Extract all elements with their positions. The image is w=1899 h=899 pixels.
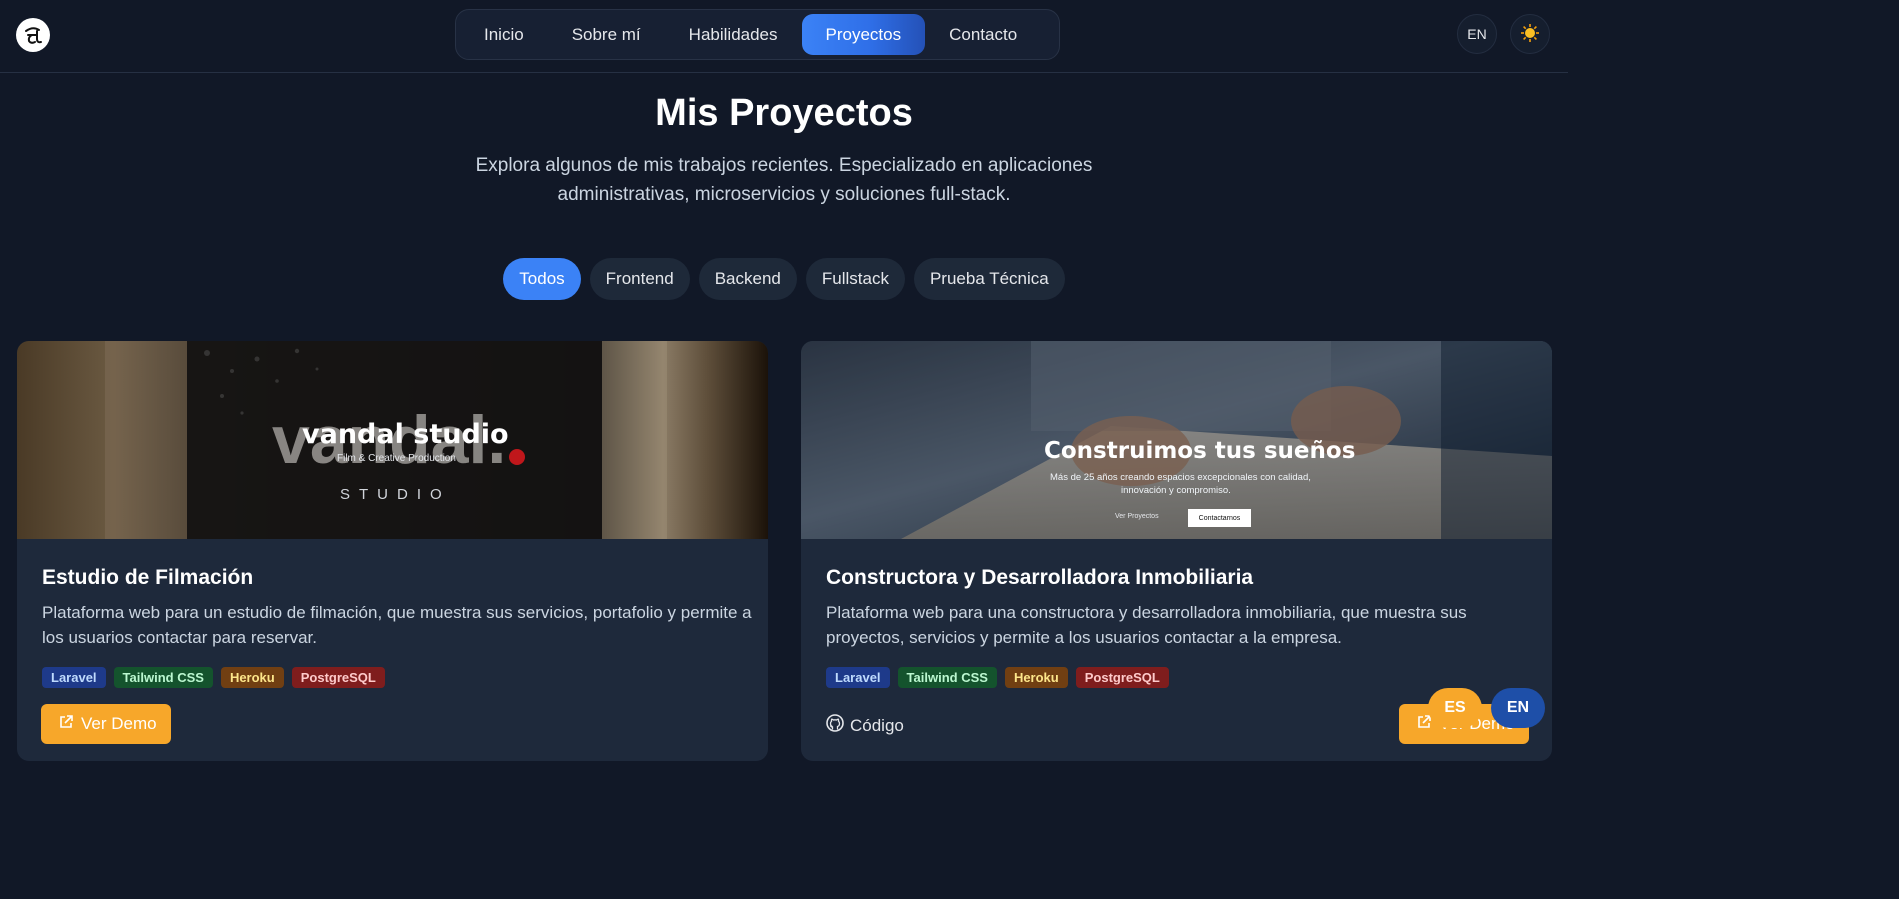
image-cta-contactarnos: Contactarnos bbox=[1188, 509, 1251, 527]
project-filters: Todos Frontend Backend Fullstack Prueba … bbox=[0, 258, 1568, 300]
image-subline: Más de 25 años creando espacios excepcio… bbox=[1050, 472, 1311, 483]
tag-tailwind: Tailwind CSS bbox=[113, 667, 213, 688]
logo-icon[interactable] bbox=[16, 18, 50, 52]
nav-sobre-mi[interactable]: Sobre mí bbox=[548, 14, 665, 55]
image-headline: Construimos tus sueños bbox=[1044, 438, 1356, 464]
code-link[interactable]: Código bbox=[826, 714, 904, 737]
site-header: Inicio Sobre mí Habilidades Proyectos Co… bbox=[0, 0, 1568, 73]
image-cta-proyectos: Ver Proyectos bbox=[1115, 513, 1159, 520]
filter-prueba-tecnica[interactable]: Prueba Técnica bbox=[913, 258, 1065, 300]
project-title: Constructora y Desarrolladora Inmobiliar… bbox=[826, 566, 1254, 589]
tech-tags: Laravel Tailwind CSS Heroku PostgreSQL bbox=[42, 667, 385, 688]
project-description: Plataforma web para un estudio de filmac… bbox=[42, 603, 752, 647]
page-title: Mis Proyectos bbox=[655, 92, 913, 134]
image-tagline: STUDIO bbox=[340, 486, 451, 503]
page-subtitle: Explora algunos de mis trabajos reciente… bbox=[475, 155, 1093, 205]
nav-inicio[interactable]: Inicio bbox=[460, 14, 548, 55]
project-title: Estudio de Filmación bbox=[42, 566, 254, 589]
tag-heroku: Heroku bbox=[220, 667, 284, 688]
nav-proyectos[interactable]: Proyectos bbox=[801, 14, 926, 55]
nav-contacto[interactable]: Contacto bbox=[925, 14, 1041, 55]
code-link-label: Código bbox=[850, 715, 904, 735]
nav-habilidades[interactable]: Habilidades bbox=[665, 14, 802, 55]
filter-frontend[interactable]: Frontend bbox=[589, 258, 690, 300]
language-toggle-button[interactable]: EN bbox=[1457, 14, 1497, 54]
sun-icon bbox=[1520, 23, 1540, 46]
demo-button[interactable]: Ver Demo bbox=[41, 704, 171, 744]
tag-laravel: Laravel bbox=[826, 667, 890, 688]
tag-postgresql: PostgreSQL bbox=[291, 667, 385, 688]
lang-es-button[interactable]: ES bbox=[1428, 688, 1482, 728]
filter-fullstack[interactable]: Fullstack bbox=[805, 258, 905, 300]
image-subline: Film & Creative Production bbox=[337, 453, 456, 464]
lang-en-button[interactable]: EN bbox=[1491, 688, 1545, 728]
external-link-icon bbox=[1417, 714, 1431, 734]
github-icon bbox=[826, 714, 844, 737]
project-image[interactable]: vandal. vandal studio Film & Creative Pr… bbox=[17, 341, 768, 539]
filter-todos[interactable]: Todos bbox=[503, 258, 581, 300]
image-subline-2: innovación y compromiso. bbox=[1121, 485, 1231, 496]
main-nav: Inicio Sobre mí Habilidades Proyectos Co… bbox=[455, 9, 1060, 60]
theme-toggle-button[interactable] bbox=[1510, 14, 1550, 54]
project-image[interactable]: Construimos tus sueños Más de 25 años cr… bbox=[801, 341, 1552, 539]
project-description: Plataforma web para una constructora y d… bbox=[826, 603, 1467, 647]
image-headline: vandal studio bbox=[302, 419, 509, 450]
tech-tags: Laravel Tailwind CSS Heroku PostgreSQL bbox=[826, 667, 1169, 688]
tag-postgresql: PostgreSQL bbox=[1075, 667, 1169, 688]
filter-backend[interactable]: Backend bbox=[698, 258, 797, 300]
demo-button-label: Ver Demo bbox=[81, 714, 157, 733]
tag-tailwind: Tailwind CSS bbox=[897, 667, 997, 688]
project-card: vandal. vandal studio Film & Creative Pr… bbox=[17, 341, 768, 761]
tag-heroku: Heroku bbox=[1004, 667, 1068, 688]
external-link-icon bbox=[59, 714, 73, 734]
tag-laravel: Laravel bbox=[42, 667, 106, 688]
